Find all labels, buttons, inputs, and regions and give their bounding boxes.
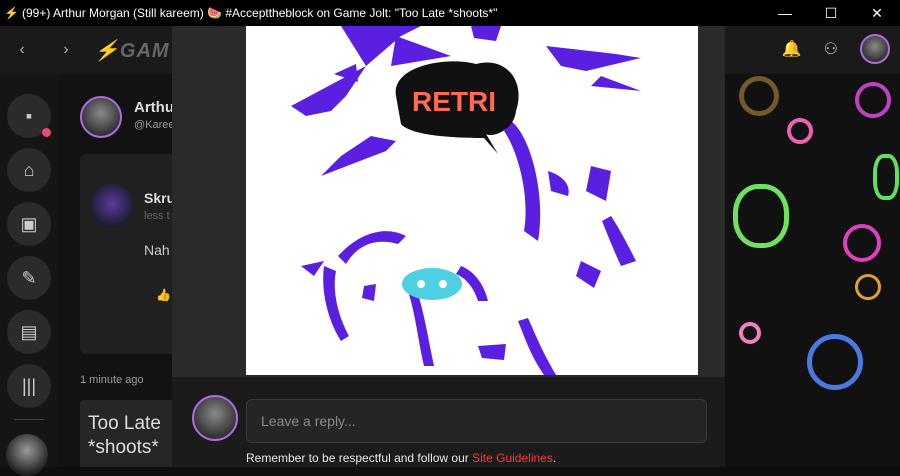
post-timestamp: 1 minute ago (80, 374, 144, 386)
sonic-drawing: RETRI (291, 26, 641, 375)
minimize-button[interactable]: — (762, 0, 808, 26)
neon-ring-decoration (843, 224, 881, 262)
comment-text: Nah (144, 242, 170, 258)
store-icon[interactable]: ⌂ (7, 148, 51, 192)
retri-sign-text: RETRI (412, 86, 496, 117)
guidelines-note: Remember to be respectful and follow our… (246, 451, 556, 465)
retri-sign: RETRI (395, 61, 519, 154)
post-title[interactable]: Too Late *shoots* (80, 400, 178, 467)
post-feed: Arthu @Kareem Skru less t Nah 👍 1 minute… (58, 74, 178, 467)
cyan-nose (402, 268, 462, 300)
neon-ring-decoration (787, 118, 813, 144)
post-author-avatar[interactable] (80, 96, 122, 138)
neon-ring-decoration (855, 82, 891, 118)
neon-background (725, 74, 900, 467)
neon-alien-decoration (733, 184, 789, 248)
chat-icon[interactable]: ▤ (7, 310, 51, 354)
community-avatar[interactable] (6, 434, 48, 476)
reply-input[interactable] (246, 399, 707, 443)
site-guidelines-link[interactable]: Site Guidelines (472, 451, 553, 465)
sidebar: ▪ ⌂ ▣ ✎ ▤ ||| (0, 74, 58, 476)
sidebar-divider (14, 419, 44, 420)
neon-ring-decoration (855, 274, 881, 300)
commenter-name[interactable]: Skru (144, 190, 175, 206)
guidelines-text: Remember to be respectful and follow our (246, 451, 473, 465)
gamejolt-logo[interactable]: ⚡GAM (94, 38, 170, 63)
guidelines-suffix: . (552, 451, 557, 465)
user-avatar[interactable] (860, 34, 890, 64)
library-icon[interactable]: ||| (7, 364, 51, 408)
commenter-avatar[interactable] (90, 184, 134, 228)
reply-user-avatar[interactable] (192, 395, 238, 441)
neon-ring-decoration (739, 76, 779, 116)
close-button[interactable]: ✕ (854, 0, 900, 26)
forward-button[interactable]: › (44, 41, 88, 59)
quill-icon[interactable]: ✎ (7, 256, 51, 300)
comment-card: Skru less t Nah 👍 (80, 154, 178, 354)
neon-ring-decoration (739, 322, 761, 344)
image-viewer: RETRI (172, 26, 725, 377)
comment-time: less t (144, 210, 170, 222)
post-author-name[interactable]: Arthu (134, 99, 174, 116)
neon-alien-decoration (873, 154, 899, 200)
friends-icon[interactable]: ⚇ (824, 39, 838, 59)
maximize-button[interactable]: ☐ (808, 0, 854, 26)
gamejolt-bolt-icon: ⚡ (4, 6, 19, 20)
back-button[interactable]: ‹ (0, 41, 44, 59)
like-icon[interactable]: 👍 (156, 288, 171, 302)
window-titlebar: ⚡ (99+) Arthur Morgan (Still kareem) 🍉 #… (0, 0, 900, 26)
image-modal: RETRI Remember to be respectful and foll… (172, 26, 725, 467)
backpack-icon[interactable]: ▣ (7, 202, 51, 246)
neon-planet-decoration (807, 334, 863, 390)
post-image[interactable]: RETRI (246, 26, 698, 375)
bell-icon[interactable]: 🔔 (782, 39, 802, 59)
notification-dot (42, 128, 51, 137)
window-title: (99+) Arthur Morgan (Still kareem) 🍉 #Ac… (22, 6, 498, 20)
reply-bar: Remember to be respectful and follow our… (172, 377, 725, 467)
